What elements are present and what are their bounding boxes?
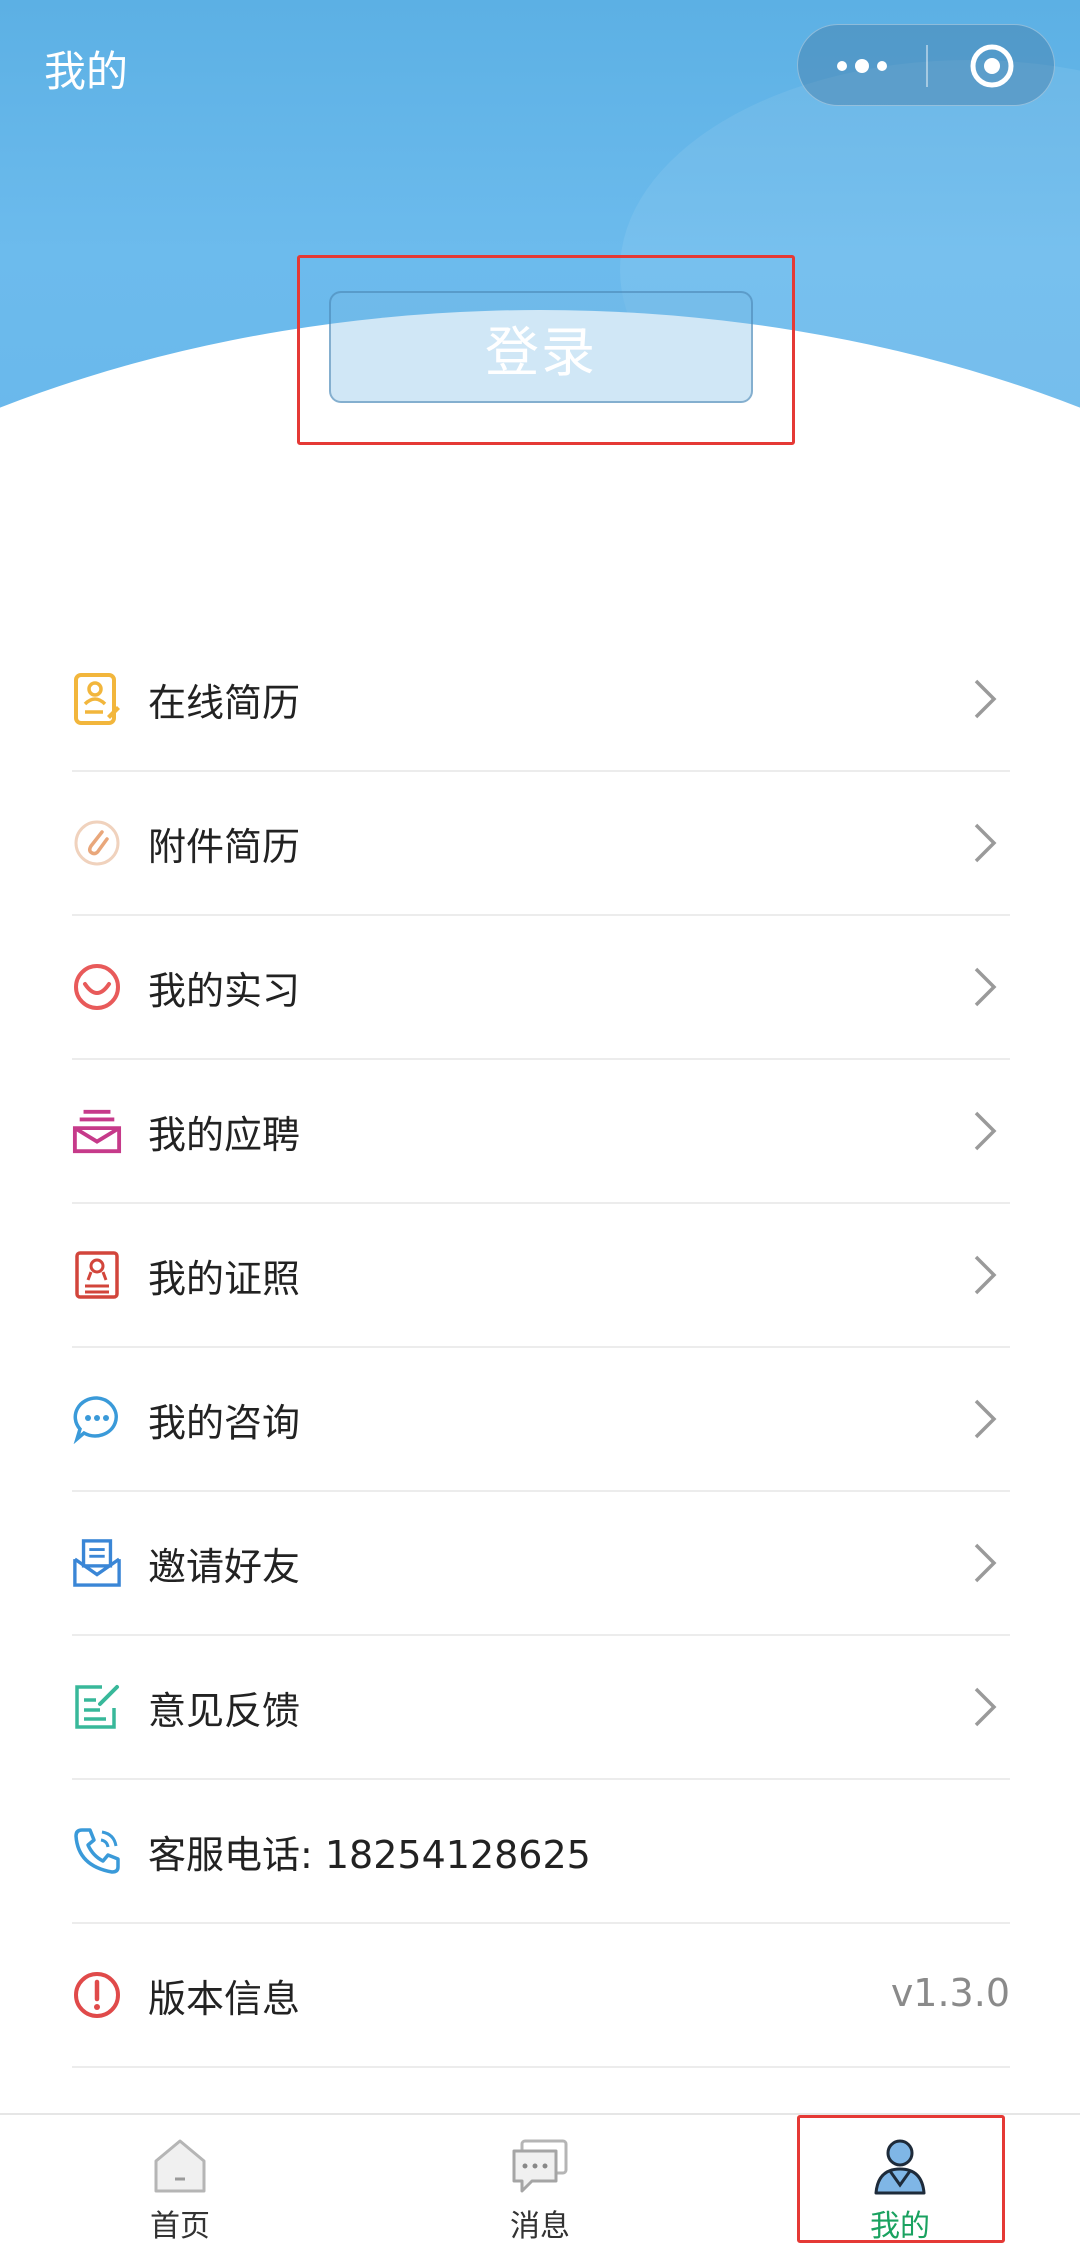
capsule-more-button[interactable] <box>798 25 926 107</box>
menu-item-invite-friends[interactable]: 邀请好友 <box>72 1492 1010 1636</box>
menu-item-label: 我的应聘 <box>148 1112 301 1157</box>
chevron-right-icon <box>974 679 997 719</box>
chevron-right-icon <box>974 1543 997 1583</box>
menu-item-feedback[interactable]: 意见反馈 <box>72 1636 1010 1780</box>
menu-item-my-applications[interactable]: 我的应聘 <box>72 1060 1010 1204</box>
message-icon <box>512 2139 568 2193</box>
phone-icon <box>74 1828 120 1874</box>
version-number: v1.3.0 <box>890 1971 1010 2015</box>
paperclip-icon <box>74 820 120 866</box>
miniprogram-capsule <box>797 24 1055 106</box>
customer-service-phone-text: 客服电话: 18254128625 <box>148 1832 591 1877</box>
login-button[interactable]: 登录 <box>329 291 753 403</box>
tab-label: 首页 <box>150 2209 210 2244</box>
menu-item-label: 我的实习 <box>148 968 301 1013</box>
certificate-icon <box>75 1251 119 1299</box>
tab-home[interactable]: 首页 <box>80 2115 280 2245</box>
menu-item-label: 我的证照 <box>148 1256 301 1301</box>
tab-label: 消息 <box>510 2209 570 2244</box>
menu-item-label: 我的咨询 <box>148 1400 301 1445</box>
smile-icon <box>74 964 120 1010</box>
tab-messages[interactable]: 消息 <box>440 2115 640 2245</box>
chevron-right-icon <box>974 1255 997 1295</box>
capsule-close-button[interactable] <box>928 25 1056 107</box>
feedback-edit-icon <box>75 1685 119 1729</box>
menu-item-label: 在线简历 <box>148 680 301 725</box>
chevron-right-icon <box>974 967 997 1007</box>
chevron-right-icon <box>974 1111 997 1151</box>
menu-item-customer-service-phone[interactable]: 客服电话: 18254128625 <box>72 1780 1010 1924</box>
menu-item-attachment-resume[interactable]: 附件简历 <box>72 772 1010 916</box>
chevron-right-icon <box>974 1399 997 1439</box>
target-circle-icon <box>970 44 1014 88</box>
online-resume-icon <box>74 673 120 725</box>
more-dots-icon <box>837 59 887 73</box>
chevron-right-icon <box>974 823 997 863</box>
menu-item-online-resume[interactable]: 在线简历 <box>72 628 1010 772</box>
menu-item-my-consultations[interactable]: 我的咨询 <box>72 1348 1010 1492</box>
menu-item-label: 附件简历 <box>148 824 301 869</box>
menu-item-my-certificates[interactable]: 我的证照 <box>72 1204 1010 1348</box>
alert-circle-icon <box>74 1972 120 2018</box>
chat-bubble-icon <box>73 1396 118 1444</box>
menu-item-label: 版本信息 <box>148 1976 301 2021</box>
menu-item-label: 邀请好友 <box>148 1544 301 1589</box>
invite-mail-icon <box>73 1539 121 1587</box>
home-icon <box>154 2139 206 2193</box>
menu-item-version-info[interactable]: 版本信息 v1.3.0 <box>72 1924 1010 2068</box>
menu-item-label: 意见反馈 <box>148 1688 301 1733</box>
profile-menu-list: 在线简历 附件简历 我的实习 我的应聘 我的证照 我的咨询 邀请好友 意见反馈 … <box>72 628 1010 2068</box>
inbox-icon <box>72 1109 122 1154</box>
page-title: 我的 <box>44 47 129 96</box>
profile-tab-highlight-frame <box>797 2115 1005 2243</box>
chevron-right-icon <box>974 1687 997 1727</box>
menu-item-my-internship[interactable]: 我的实习 <box>72 916 1010 1060</box>
